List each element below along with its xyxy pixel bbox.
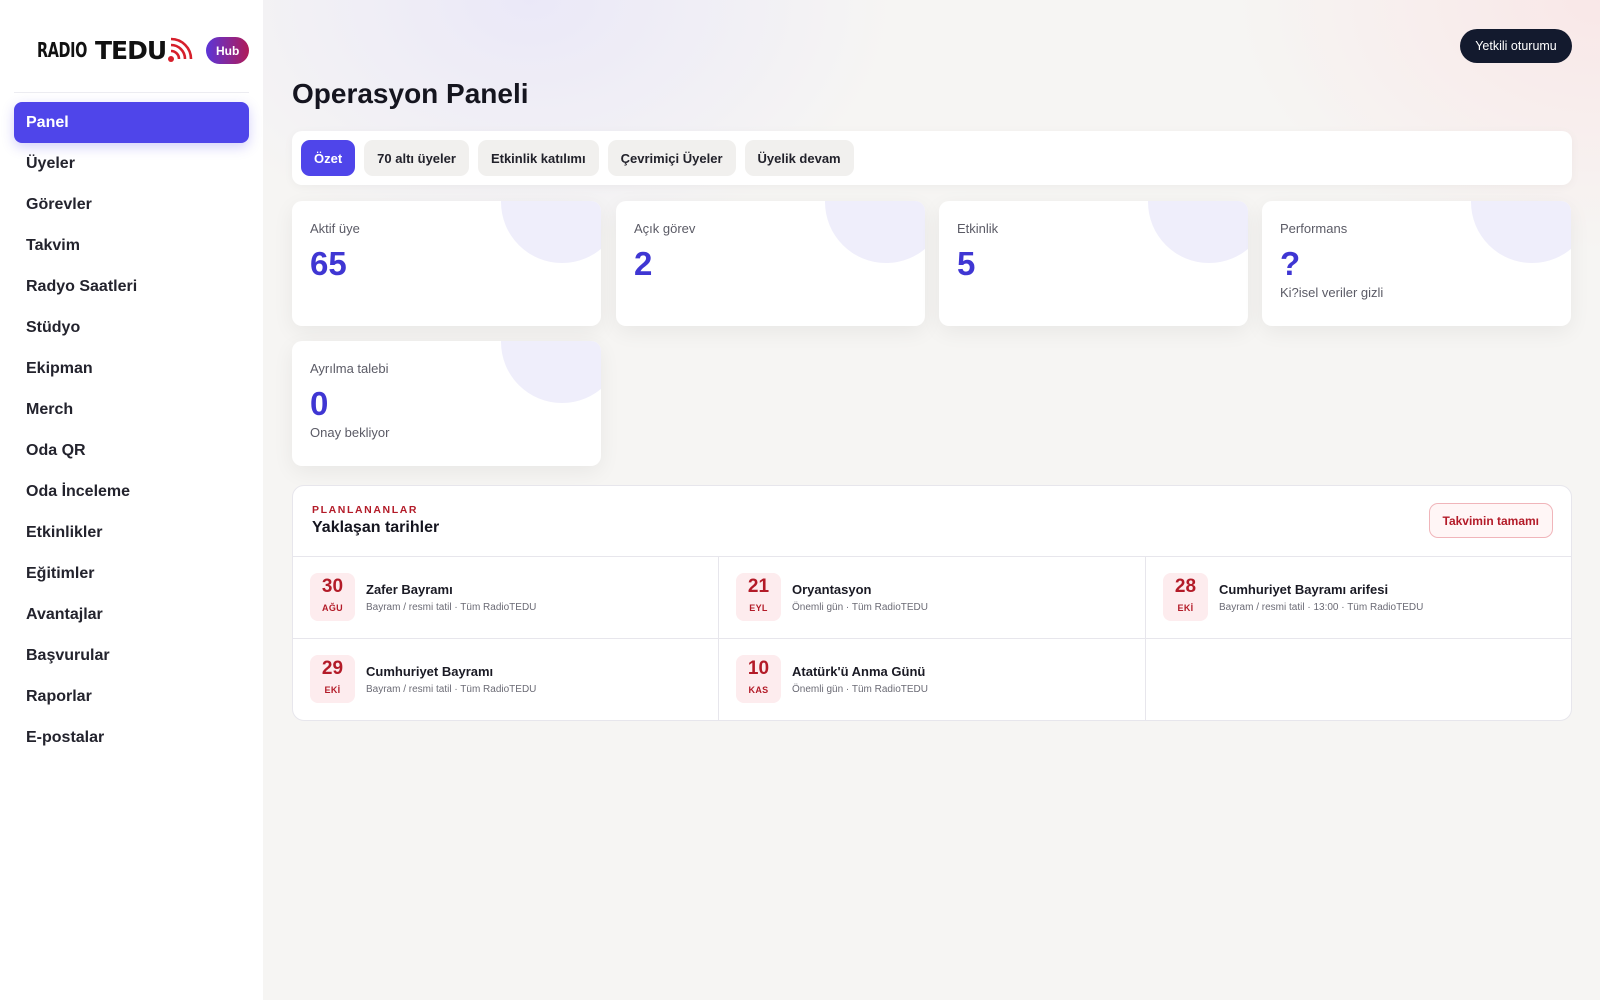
upcoming-grid: 30 AĞU Zafer Bayramı Bayram / resmi tati… bbox=[293, 557, 1571, 720]
hub-badge: Hub bbox=[206, 37, 250, 64]
broadcast-icon bbox=[168, 37, 193, 62]
event-item[interactable]: 30 AĞU Zafer Bayramı Bayram / resmi tati… bbox=[293, 557, 719, 639]
stat-label: Etkinlik bbox=[957, 221, 999, 236]
sidebar-item-takvim[interactable]: Takvim bbox=[14, 225, 249, 266]
event-meta: Bayram / resmi tatil · 13:00 · Tüm Radio… bbox=[1219, 602, 1424, 613]
sidebar-divider bbox=[14, 92, 249, 93]
tab-70-alti-uyeler[interactable]: 70 altı üyeler bbox=[364, 140, 469, 176]
sidebar-item-panel[interactable]: Panel bbox=[14, 102, 249, 143]
radiotedu-logo[interactable]: RADIO TEDU bbox=[37, 33, 193, 67]
event-item[interactable]: 29 EKİ Cumhuriyet Bayramı Bayram / resmi… bbox=[293, 639, 719, 720]
logo-text-radio: RADIO bbox=[37, 38, 87, 62]
sidebar-item-egitimler[interactable]: Eğitimler bbox=[14, 553, 249, 594]
stat-card-ayrilma-talebi: Ayrılma talebi 0 Onay bekliyor bbox=[292, 341, 601, 466]
sidebar-item-radyo-saatleri[interactable]: Radyo Saatleri bbox=[14, 266, 249, 307]
event-meta: Önemli gün · Tüm RadioTEDU bbox=[792, 602, 928, 613]
tab-ozet[interactable]: Özet bbox=[301, 140, 356, 176]
date-day: 30 bbox=[321, 576, 344, 597]
sidebar-item-ekipman[interactable]: Ekipman bbox=[14, 348, 249, 389]
date-day: 29 bbox=[321, 658, 344, 679]
date-badge: 10 KAS bbox=[736, 655, 781, 703]
tab-uyelik-devam[interactable]: Üyelik devam bbox=[744, 140, 854, 176]
date-month: EYL bbox=[749, 603, 768, 613]
stat-card-etkinlik: Etkinlik 5 bbox=[939, 201, 1248, 326]
event-title: Atatürk'ü Anma Günü bbox=[792, 664, 926, 679]
sidebar-item-oda-qr[interactable]: Oda QR bbox=[14, 430, 249, 471]
stat-value: ? bbox=[1280, 245, 1301, 282]
event-title: Cumhuriyet Bayramı bbox=[366, 664, 494, 679]
tab-cevrimici-uyeler[interactable]: Çevrimiçi Üyeler bbox=[607, 140, 736, 176]
stat-value: 0 bbox=[310, 385, 329, 422]
date-day: 21 bbox=[747, 576, 770, 597]
event-title: Cumhuriyet Bayramı arifesi bbox=[1219, 582, 1389, 597]
upcoming-eyebrow: PLANLANANLAR bbox=[312, 504, 419, 516]
sidebar-item-oda-inceleme[interactable]: Oda İnceleme bbox=[14, 471, 249, 512]
event-item[interactable]: 21 EYL Oryantasyon Önemli gün · Tüm Radi… bbox=[719, 557, 1146, 639]
logo-text-tedu: TEDU bbox=[95, 35, 167, 65]
event-meta: Bayram / resmi tatil · Tüm RadioTEDU bbox=[366, 684, 537, 695]
card-decoration bbox=[1471, 201, 1571, 263]
upcoming-dates-panel: PLANLANANLAR Yaklaşan tarihler Takvimin … bbox=[292, 485, 1572, 721]
event-title: Zafer Bayramı bbox=[366, 582, 453, 597]
stat-label: Aktif üye bbox=[310, 221, 360, 236]
event-item[interactable]: 10 KAS Atatürk'ü Anma Günü Önemli gün · … bbox=[719, 639, 1146, 720]
date-badge: 30 AĞU bbox=[310, 573, 355, 621]
card-decoration bbox=[825, 201, 925, 263]
sidebar: RADIO TEDU Hub Panel Üyeler Görevler Tak… bbox=[0, 0, 263, 1000]
authorized-session-button[interactable]: Yetkili oturumu bbox=[1460, 29, 1572, 63]
date-month: AĞU bbox=[322, 603, 343, 613]
empty-event-slot bbox=[1146, 639, 1571, 720]
stat-label: Performans bbox=[1280, 221, 1348, 236]
stat-card-acik-gorev: Açık görev 2 bbox=[616, 201, 925, 326]
date-month: EKİ bbox=[1177, 603, 1194, 613]
sidebar-item-avantajlar[interactable]: Avantajlar bbox=[14, 594, 249, 635]
event-meta: Bayram / resmi tatil · Tüm RadioTEDU bbox=[366, 602, 537, 613]
sidebar-item-etkinlikler[interactable]: Etkinlikler bbox=[14, 512, 249, 553]
sidebar-item-studyo[interactable]: Stüdyo bbox=[14, 307, 249, 348]
upcoming-header: PLANLANANLAR Yaklaşan tarihler Takvimin … bbox=[293, 486, 1571, 557]
sidebar-item-raporlar[interactable]: Raporlar bbox=[14, 676, 249, 717]
sidebar-item-e-postalar[interactable]: E-postalar bbox=[14, 717, 249, 758]
stat-value: 65 bbox=[310, 245, 347, 282]
date-badge: 28 EKİ bbox=[1163, 573, 1208, 621]
tab-etkinlik-katilimi[interactable]: Etkinlik katılımı bbox=[477, 140, 599, 176]
stat-value: 5 bbox=[957, 245, 976, 282]
stat-subtext: Ki?isel veriler gizli bbox=[1280, 285, 1384, 300]
stat-label: Açık görev bbox=[634, 221, 696, 236]
page-title: Operasyon Paneli bbox=[292, 78, 529, 109]
stat-card-performans: Performans ? Ki?isel veriler gizli bbox=[1262, 201, 1571, 326]
stat-card-aktif-uye: Aktif üye 65 bbox=[292, 201, 601, 326]
tab-bar: Özet 70 altı üyeler Etkinlik katılımı Çe… bbox=[292, 131, 1572, 185]
event-meta: Önemli gün · Tüm RadioTEDU bbox=[792, 684, 928, 695]
sidebar-item-uyeler[interactable]: Üyeler bbox=[14, 143, 249, 184]
upcoming-title: Yaklaşan tarihler bbox=[312, 519, 440, 536]
date-badge: 29 EKİ bbox=[310, 655, 355, 703]
date-day: 28 bbox=[1174, 576, 1197, 597]
event-title: Oryantasyon bbox=[792, 582, 872, 597]
card-decoration bbox=[501, 341, 601, 403]
stat-subtext: Onay bekliyor bbox=[310, 425, 390, 440]
event-item[interactable]: 28 EKİ Cumhuriyet Bayramı arifesi Bayram… bbox=[1146, 557, 1571, 639]
date-badge: 21 EYL bbox=[736, 573, 781, 621]
sidebar-nav: Panel Üyeler Görevler Takvim Radyo Saatl… bbox=[14, 102, 249, 758]
card-decoration bbox=[501, 201, 601, 263]
card-decoration bbox=[1148, 201, 1248, 263]
date-month: KAS bbox=[748, 685, 769, 695]
sidebar-item-merch[interactable]: Merch bbox=[14, 389, 249, 430]
date-day: 10 bbox=[747, 658, 770, 679]
stat-label: Ayrılma talebi bbox=[310, 361, 389, 376]
stat-value: 2 bbox=[634, 245, 653, 282]
full-calendar-button[interactable]: Takvimin tamamı bbox=[1428, 503, 1553, 538]
date-month: EKİ bbox=[324, 685, 341, 695]
sidebar-item-basvurular[interactable]: Başvurular bbox=[14, 635, 249, 676]
sidebar-item-gorevler[interactable]: Görevler bbox=[14, 184, 249, 225]
